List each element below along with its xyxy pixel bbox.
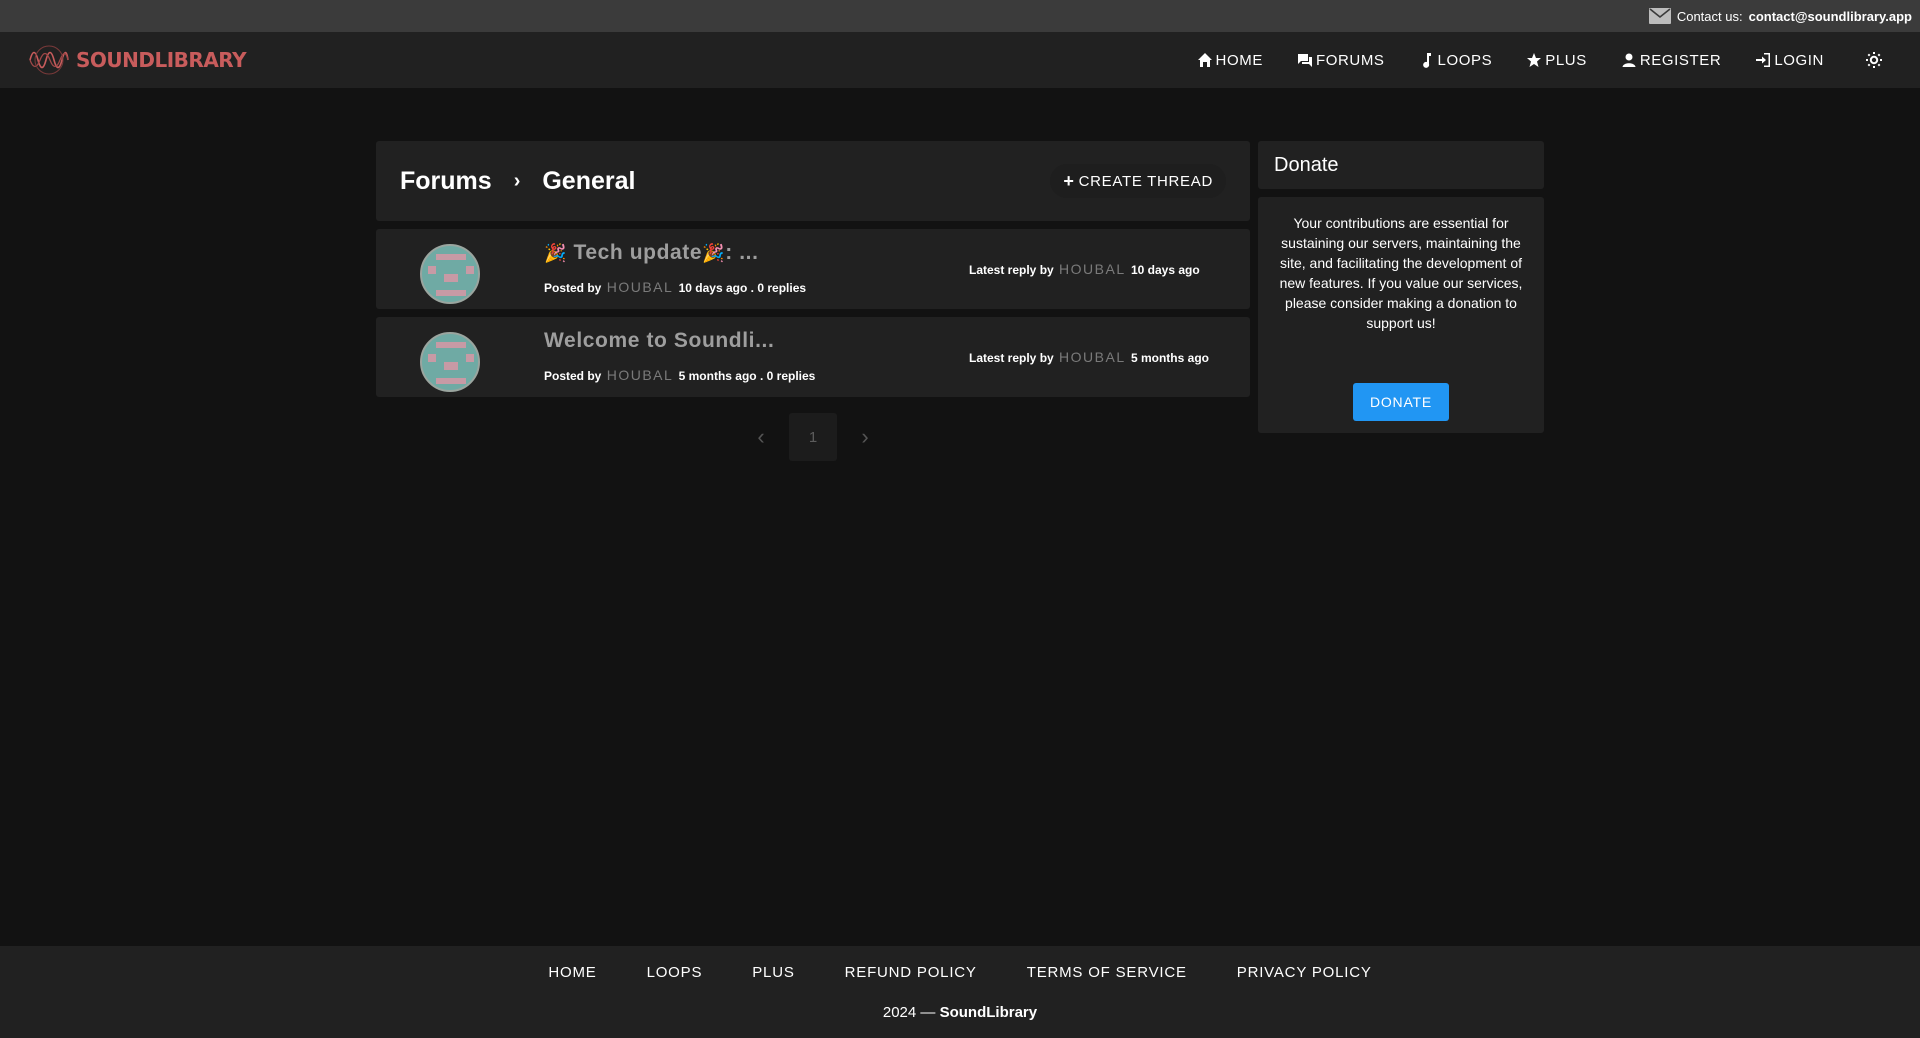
main-navbar: SOUNDLIBRARY HOME FORUMS LOOPS PLUS REGI… — [0, 32, 1920, 88]
party-popper-icon: 🎉 — [544, 243, 568, 263]
nav-plus[interactable]: PLUS — [1509, 52, 1604, 69]
latest-reply-label: Latest reply by — [969, 351, 1054, 365]
avatar — [420, 332, 480, 392]
donate-button[interactable]: DONATE — [1352, 383, 1450, 421]
footer-link-loops[interactable]: LOOPS — [622, 964, 728, 981]
pagination: ‹ 1 › — [376, 413, 1250, 461]
nav-forums[interactable]: FORUMS — [1280, 52, 1402, 69]
latest-reply-user[interactable]: HOUBAL — [1059, 261, 1126, 277]
music-note-icon — [1422, 53, 1431, 68]
thread-author[interactable]: HOUBAL — [607, 279, 674, 295]
footer-copyright: 2024 — SoundLibrary — [0, 1004, 1920, 1021]
thread-row[interactable]: Welcome to Soundli... Posted by HOUBAL 5… — [376, 317, 1250, 397]
home-icon — [1197, 53, 1212, 67]
page-content: Forums › General + CREATE THREAD 🎉 Tech … — [0, 88, 1920, 946]
brand-name: SOUNDLIBRARY — [76, 48, 247, 72]
latest-reply-age: 10 days ago — [1130, 263, 1200, 277]
nav-register[interactable]: REGISTER — [1604, 52, 1738, 69]
user-icon — [1622, 53, 1636, 67]
nav-login-label: LOGIN — [1774, 51, 1824, 69]
latest-reply-age: 5 months ago — [1130, 351, 1209, 365]
nav-home-label: HOME — [1215, 51, 1263, 69]
breadcrumb-general: General — [542, 166, 636, 195]
plus-icon: + — [1063, 171, 1075, 191]
avatar — [420, 244, 480, 304]
theme-toggle-button[interactable] — [1841, 50, 1892, 70]
copyright-year: 2024 — — [882, 1004, 936, 1021]
nav-register-label: REGISTER — [1639, 51, 1722, 69]
latest-reply-label: Latest reply by — [969, 263, 1054, 277]
waveform-logo-icon — [29, 45, 69, 75]
party-popper-icon: 🎉 — [702, 243, 726, 263]
thread-author[interactable]: HOUBAL — [607, 367, 674, 383]
chevron-right-icon[interactable]: › — [837, 424, 893, 450]
latest-reply: Latest reply by HOUBAL 5 months ago — [969, 349, 1209, 365]
chevron-left-icon[interactable]: ‹ — [733, 424, 789, 450]
thread-replies: . 0 replies — [750, 281, 807, 295]
footer-link-plus[interactable]: PLUS — [727, 964, 819, 981]
nav-loops-label: LOOPS — [1437, 51, 1493, 69]
donate-panel: Donate Your contributions are essential … — [1258, 141, 1544, 433]
thread-title-text: Tech update — [573, 241, 703, 264]
forum-main: Forums › General + CREATE THREAD 🎉 Tech … — [376, 141, 1250, 461]
footer: HOME LOOPS PLUS REFUND POLICY TERMS OF S… — [0, 946, 1920, 1038]
breadcrumb-forums[interactable]: Forums — [400, 167, 492, 196]
forum-header: Forums › General + CREATE THREAD — [376, 141, 1250, 221]
brand-logo[interactable]: SOUNDLIBRARY — [28, 43, 247, 77]
footer-link-terms[interactable]: TERMS OF SERVICE — [1002, 964, 1212, 981]
nav-login[interactable]: LOGIN — [1738, 52, 1841, 69]
thread-title[interactable]: Welcome to Soundli... — [544, 329, 774, 353]
thread-row[interactable]: 🎉 Tech update🎉: ... Posted by HOUBAL 10 … — [376, 229, 1250, 309]
thread-meta: Posted by HOUBAL 10 days ago . 0 replies — [544, 279, 806, 295]
thread-title-suffix: : ... — [725, 241, 759, 264]
thread-age: 5 months ago — [678, 369, 757, 383]
contact-label: Contact us: — [1676, 8, 1743, 24]
nav-plus-label: PLUS — [1545, 51, 1587, 69]
page-button-current[interactable]: 1 — [789, 413, 837, 461]
nav-home[interactable]: HOME — [1180, 52, 1280, 69]
mail-icon — [1648, 8, 1671, 24]
donate-body: Your contributions are essential for sus… — [1258, 197, 1544, 433]
donate-title: Donate — [1258, 141, 1544, 189]
donate-text: Your contributions are essential for sus… — [1279, 215, 1523, 331]
nav-menu: HOME FORUMS LOOPS PLUS REGISTER LOGIN — [1180, 50, 1892, 70]
create-thread-button[interactable]: + CREATE THREAD — [1050, 164, 1226, 198]
footer-link-refund-policy[interactable]: REFUND POLICY — [820, 964, 1002, 981]
thread-replies: . 0 replies — [759, 369, 816, 383]
thread-title[interactable]: 🎉 Tech update🎉: ... — [544, 241, 759, 265]
thread-meta: Posted by HOUBAL 5 months ago . 0 replie… — [544, 367, 815, 383]
footer-link-home[interactable]: HOME — [523, 964, 621, 981]
posted-by-label: Posted by — [544, 369, 602, 383]
chevron-right-icon: › — [513, 169, 521, 192]
thread-title-text: Welcome to Soundli... — [544, 329, 775, 352]
create-thread-label: CREATE THREAD — [1078, 172, 1213, 190]
star-icon — [1527, 53, 1542, 67]
footer-links: HOME LOOPS PLUS REFUND POLICY TERMS OF S… — [0, 964, 1920, 981]
lightbulb-icon — [1866, 52, 1882, 68]
posted-by-label: Posted by — [544, 281, 602, 295]
contact-email[interactable]: contact@soundlibrary.app — [1749, 9, 1912, 24]
nav-loops[interactable]: LOOPS — [1402, 52, 1510, 69]
forum-icon — [1297, 54, 1312, 67]
nav-forums-label: FORUMS — [1315, 51, 1385, 69]
thread-age: 10 days ago — [678, 281, 748, 295]
latest-reply: Latest reply by HOUBAL 10 days ago — [969, 261, 1200, 277]
footer-link-privacy[interactable]: PRIVACY POLICY — [1212, 964, 1397, 981]
latest-reply-user[interactable]: HOUBAL — [1059, 349, 1126, 365]
copyright-site: SoundLibrary — [939, 1004, 1038, 1021]
top-contact-bar: Contact us: contact@soundlibrary.app — [0, 0, 1920, 32]
login-icon — [1756, 53, 1771, 67]
